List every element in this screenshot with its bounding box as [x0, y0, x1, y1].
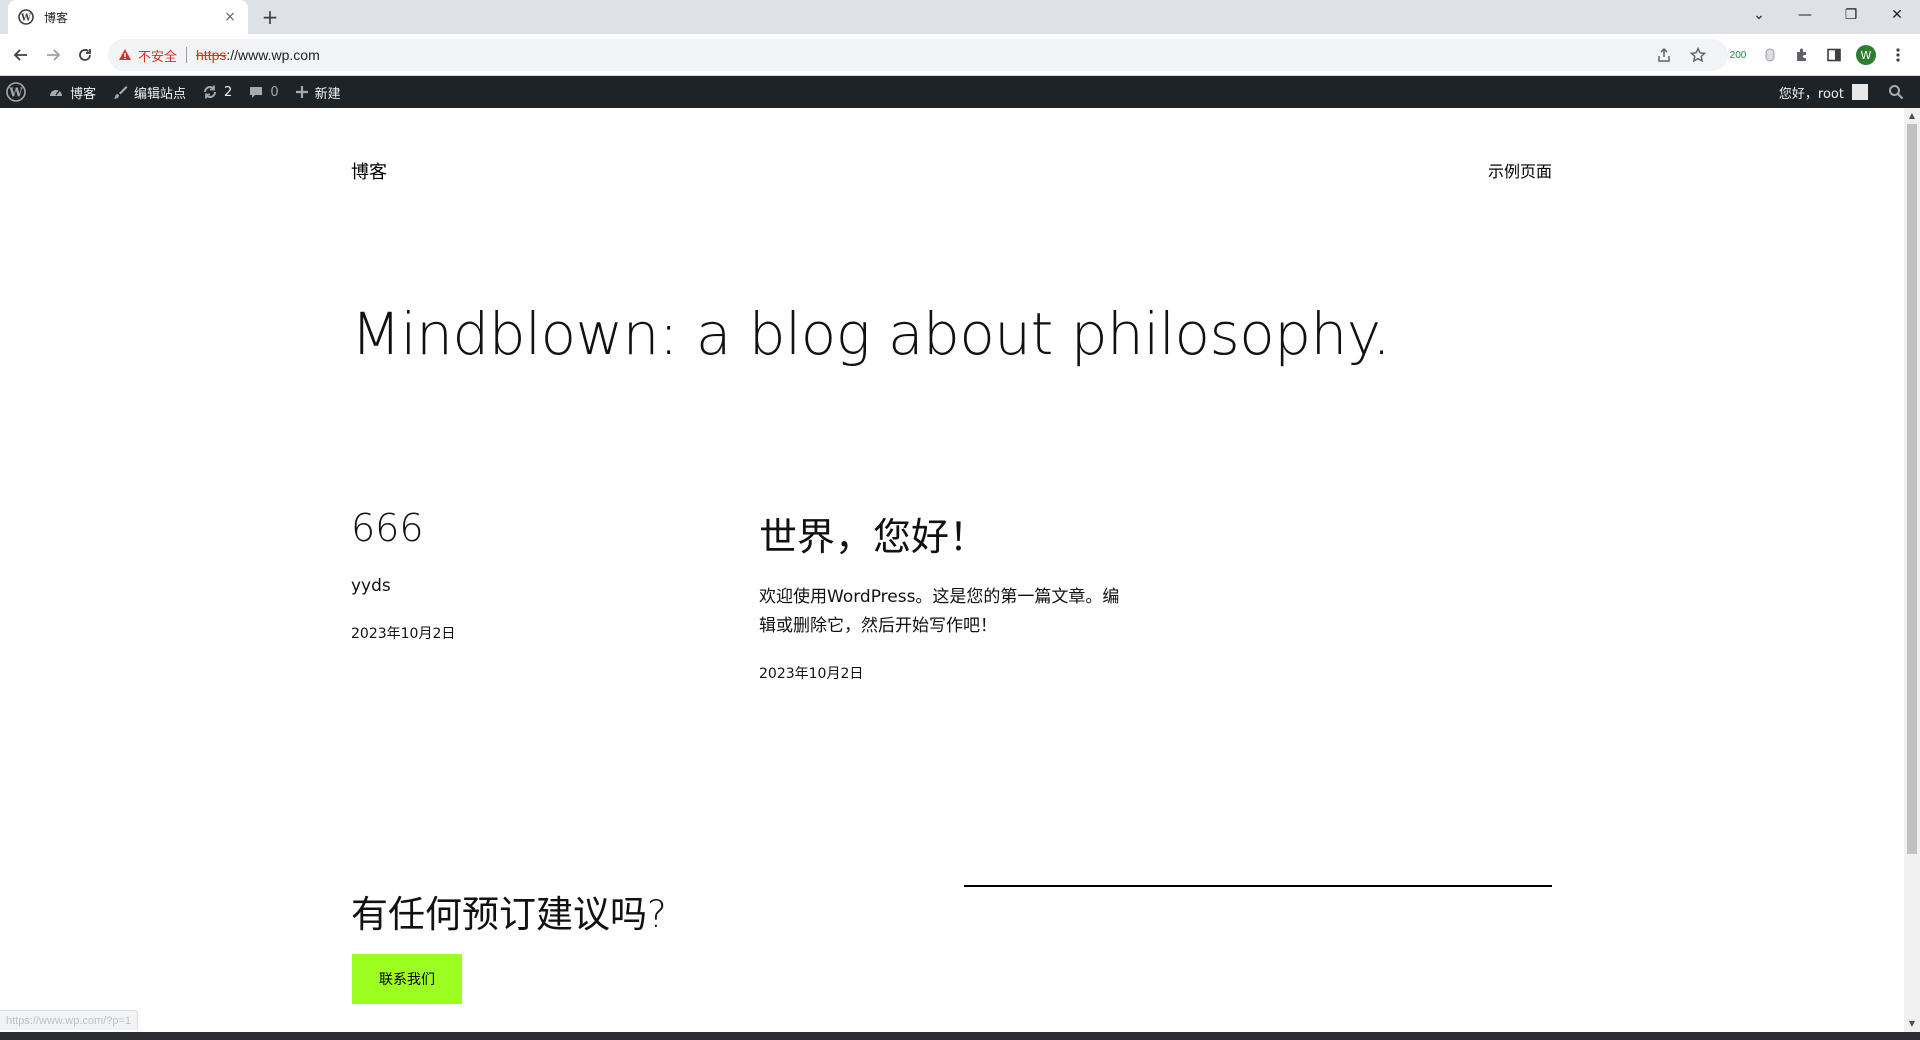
- scrollbar-thumb[interactable]: [1907, 124, 1917, 854]
- extension-badge[interactable]: 200: [1726, 43, 1750, 67]
- bookmark-star-icon[interactable]: [1686, 43, 1710, 67]
- not-secure-indicator[interactable]: 不安全: [118, 46, 177, 65]
- url-host: ://www.wp.com: [226, 47, 320, 63]
- search-icon: [1889, 85, 1904, 100]
- scroll-down-arrow-icon[interactable]: ▼: [1904, 1016, 1920, 1032]
- admin-new-content-menu[interactable]: 新建: [287, 76, 349, 108]
- post-excerpt: 欢迎使用WordPress。这是您的第一篇文章。编 辑或删除它，然后开始写作吧！: [759, 583, 1179, 641]
- extension-icon[interactable]: [1758, 43, 1782, 67]
- side-panel-icon[interactable]: [1822, 43, 1846, 67]
- post-title-link[interactable]: 世界，您好！: [759, 506, 1179, 561]
- forward-button[interactable]: [40, 42, 66, 68]
- admin-customize-label: 编辑站点: [134, 86, 187, 102]
- tab-close-icon[interactable]: ×: [222, 9, 238, 25]
- tab-title: 博客: [44, 10, 69, 25]
- restore-button[interactable]: ❐: [1828, 0, 1874, 30]
- wordpress-logo-icon: W: [6, 82, 26, 102]
- wordpress-favicon-icon: W: [18, 9, 34, 25]
- wp-admin-bar: W 博客 编辑站点 2 0 新建 您好，root: [0, 76, 1920, 108]
- plus-icon: [295, 86, 308, 98]
- post-excerpt: yyds: [351, 572, 711, 601]
- post-card: 世界，您好！ 欢迎使用WordPress。这是您的第一篇文章。编 辑或删除它，然…: [759, 506, 1179, 683]
- not-secure-label: 不安全: [138, 49, 178, 65]
- post-excerpt-line: 辑或删除它，然后开始写作吧！: [759, 616, 997, 636]
- post-title-link[interactable]: 666: [351, 506, 711, 550]
- back-button[interactable]: [8, 42, 34, 68]
- admin-customize-menu[interactable]: 编辑站点: [104, 76, 194, 108]
- browser-tab[interactable]: W 博客 ×: [8, 0, 248, 34]
- cta-divider: [964, 885, 1552, 887]
- admin-new-label: 新建: [314, 86, 341, 102]
- tab-strip: W 博客 × + ⌄ — ❐ ✕: [0, 0, 1920, 34]
- nav-sample-page-link[interactable]: 示例页面: [1488, 158, 1552, 182]
- reload-button[interactable]: [72, 42, 98, 68]
- admin-comments-menu[interactable]: 0: [240, 76, 286, 108]
- contact-us-button[interactable]: 联系我们: [352, 954, 462, 1004]
- os-taskbar: [0, 1032, 1920, 1040]
- admin-updates-menu[interactable]: 2: [194, 76, 240, 108]
- profile-avatar[interactable]: W: [1854, 43, 1878, 67]
- admin-updates-count: 2: [224, 84, 233, 100]
- tab-search-icon[interactable]: ⌄: [1736, 0, 1782, 30]
- url-scheme: https: [196, 47, 227, 63]
- post-excerpt-line: yyds: [351, 576, 391, 596]
- brush-icon: [113, 86, 128, 99]
- admin-avatar: [1852, 84, 1868, 100]
- page-viewport: 博客 示例页面 Mindblown: a blog about philosop…: [0, 108, 1904, 1032]
- admin-search-button[interactable]: [1882, 76, 1920, 108]
- new-tab-button[interactable]: +: [258, 5, 282, 29]
- site-tagline-heading: Mindblown: a blog about philosophy.: [351, 300, 1391, 368]
- address-bar[interactable]: 不安全 https://www.wp.com: [108, 39, 1728, 71]
- puzzle-extensions-icon[interactable]: [1790, 43, 1814, 67]
- admin-greeting: 您好，root: [1778, 86, 1844, 102]
- browser-toolbar: 不安全 https://www.wp.com 200 W: [0, 34, 1920, 76]
- comment-bubble-icon: [250, 87, 263, 98]
- post-date[interactable]: 2023年10月2日: [351, 623, 711, 643]
- svg-text:W: W: [20, 14, 32, 24]
- close-window-button[interactable]: ✕: [1874, 0, 1920, 30]
- post-card: 666 yyds 2023年10月2日: [351, 506, 711, 643]
- updates-icon: [204, 85, 217, 99]
- post-date[interactable]: 2023年10月2日: [759, 663, 1179, 683]
- admin-site-menu[interactable]: 博客: [40, 76, 104, 108]
- browser-menu-icon[interactable]: [1886, 43, 1910, 67]
- site-title-link[interactable]: 博客: [351, 158, 387, 184]
- scroll-up-arrow-icon[interactable]: ▲: [1904, 108, 1920, 124]
- post-excerpt-line: 欢迎使用WordPress。这是您的第一篇文章。编: [759, 587, 1120, 607]
- link-status-bubble: https://www.wp.com/?p=1: [0, 1010, 139, 1030]
- admin-site-name: 博客: [70, 86, 97, 102]
- share-icon[interactable]: [1652, 43, 1676, 67]
- admin-comments-count: 0: [270, 84, 279, 100]
- minimize-button[interactable]: —: [1782, 0, 1828, 30]
- svg-text:W: W: [8, 86, 23, 100]
- warning-icon: [119, 49, 131, 60]
- omnibox-divider: [186, 47, 188, 63]
- cta-heading: 有任何预订建议吗?: [351, 893, 667, 936]
- page-scrollbar[interactable]: ▲ ▼: [1904, 108, 1920, 1032]
- wp-logo-menu[interactable]: W: [0, 76, 40, 108]
- dashboard-icon: [50, 90, 62, 96]
- admin-account-menu[interactable]: 您好，root: [1779, 76, 1882, 108]
